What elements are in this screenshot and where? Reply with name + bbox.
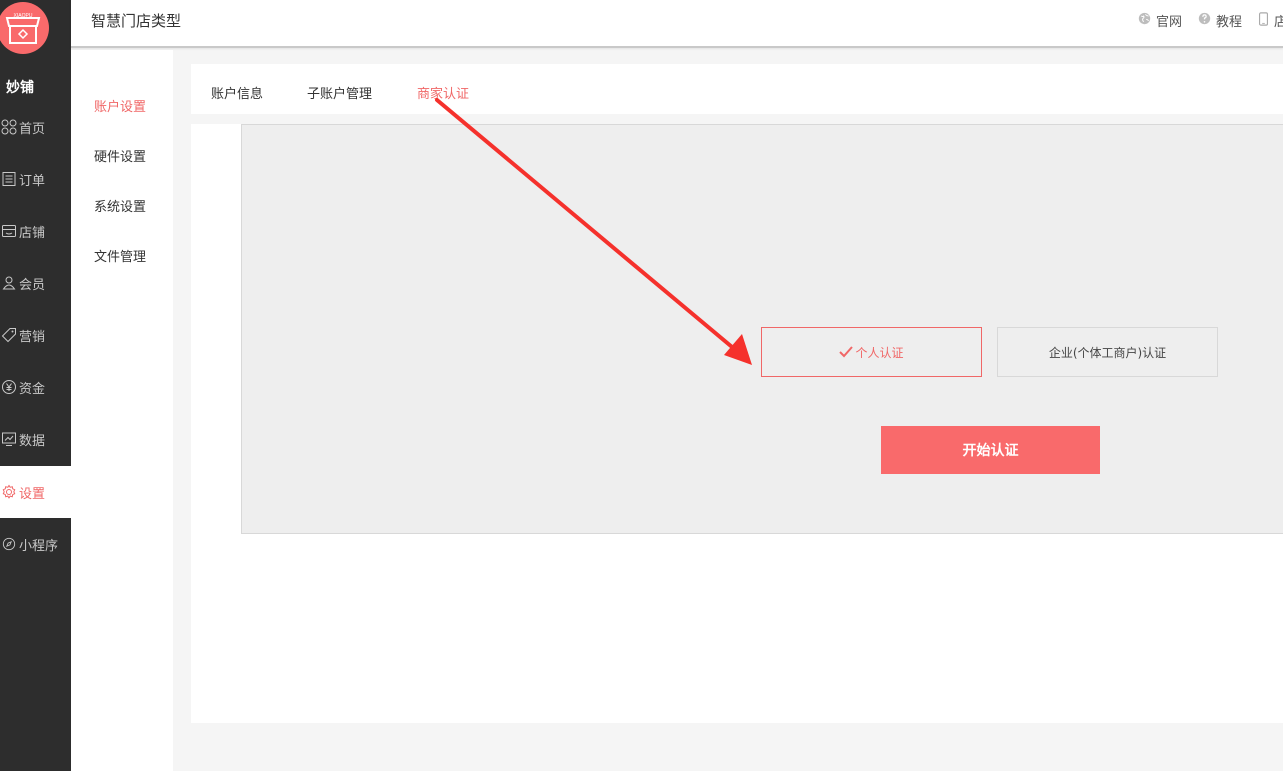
sidebar-item-marketing[interactable]: 营销 — [0, 309, 71, 361]
subnav-item-file-management[interactable]: 文件管理 — [94, 246, 146, 265]
store-icon — [1, 223, 17, 239]
sidebar-item-label: 订单 — [19, 173, 46, 189]
top-header: 智慧门店类型 官网 教程 店家手 — [71, 0, 1283, 48]
mobile-icon — [1258, 11, 1269, 30]
chart-monitor-icon — [1, 431, 17, 447]
sidebar-item-label: 店铺 — [19, 225, 46, 241]
sidebar-item-label: 会员 — [19, 277, 46, 293]
sidebar-item-label: 数据 — [19, 433, 46, 449]
subnav-item-account-settings[interactable]: 账户设置 — [94, 96, 146, 115]
tag-icon — [1, 327, 17, 343]
svg-text:XIAOPU: XIAOPU — [14, 13, 33, 19]
tab-merchant-certification[interactable]: 商家认证 — [417, 83, 469, 102]
personal-certification-option[interactable]: 个人认证 — [761, 327, 982, 377]
main-content: 个人认证 企业(个体工商户)认证 开始认证 — [191, 124, 1283, 723]
sidebar-item-members[interactable]: 会员 — [0, 257, 71, 309]
sidebar-item-label: 营销 — [19, 329, 46, 345]
compass-icon — [1, 536, 17, 552]
start-certification-button[interactable]: 开始认证 — [881, 426, 1100, 474]
globe-icon — [1138, 12, 1151, 29]
settings-subnav: 账户设置 硬件设置 系统设置 文件管理 — [71, 50, 173, 771]
help-icon — [1198, 12, 1211, 29]
tab-account-info[interactable]: 账户信息 — [211, 83, 263, 102]
order-list-icon — [1, 171, 17, 187]
sidebar-item-home[interactable]: 首页 — [0, 101, 71, 153]
home-grid-icon — [1, 119, 17, 135]
header-link-tutorial[interactable]: 教程 — [1198, 11, 1242, 30]
sidebar-item-miniprogram[interactable]: 小程序 — [0, 518, 71, 570]
sidebar-item-label: 资金 — [19, 381, 46, 397]
check-icon — [839, 346, 854, 358]
sidebar-item-settings[interactable]: 设置 — [0, 466, 71, 518]
subnav-item-system-settings[interactable]: 系统设置 — [94, 196, 146, 215]
sidebar-item-label: 首页 — [19, 121, 46, 137]
account-tabs: 账户信息 子账户管理 商家认证 — [191, 64, 1283, 114]
brand-name: 妙铺 — [6, 80, 34, 96]
subnav-item-hardware-settings[interactable]: 硬件设置 — [94, 146, 146, 165]
header-link-merchant-app[interactable]: 店家手 — [1258, 11, 1283, 30]
page-title: 智慧门店类型 — [91, 12, 182, 30]
yen-icon — [1, 379, 17, 395]
tab-sub-accounts[interactable]: 子账户管理 — [307, 83, 372, 102]
certification-panel: 个人认证 企业(个体工商户)认证 开始认证 — [241, 124, 1283, 534]
sidebar-item-orders[interactable]: 订单 — [0, 153, 71, 205]
sidebar-item-store[interactable]: 店铺 — [0, 205, 71, 257]
header-links: 官网 教程 店家手 — [1138, 11, 1283, 30]
sidebar-item-funds[interactable]: 资金 — [0, 361, 71, 413]
sidebar-item-data[interactable]: 数据 — [0, 413, 71, 465]
app-logo[interactable]: XIAOPU — [0, 0, 50, 56]
gear-icon — [1, 484, 17, 500]
sidebar-item-label: 设置 — [19, 486, 46, 502]
main-sidebar: XIAOPU 妙铺 首页 订单 店铺 会员 营销 资金 数据 设置 小程序 — [0, 0, 71, 771]
user-icon — [1, 275, 17, 291]
header-link-website[interactable]: 官网 — [1138, 11, 1182, 30]
sidebar-item-label: 小程序 — [19, 538, 59, 554]
enterprise-certification-option[interactable]: 企业(个体工商户)认证 — [997, 327, 1218, 377]
